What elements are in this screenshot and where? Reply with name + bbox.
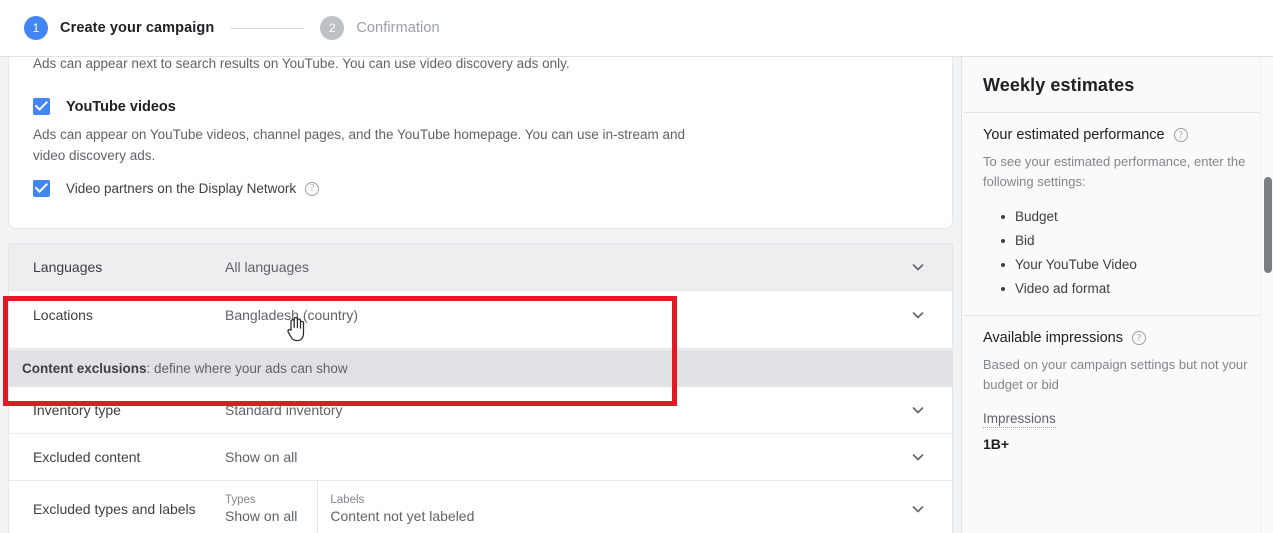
left-edge-spacer: [0, 57, 6, 533]
available-impressions-description: Based on your campaign settings but not …: [983, 357, 1248, 392]
video-partners-label: Video partners on the Display Network: [66, 181, 297, 196]
video-partners-checkbox-row[interactable]: Video partners on the Display Network ?: [33, 180, 928, 197]
youtube-videos-description: Ads can appear on YouTube videos, channe…: [33, 127, 686, 163]
settings-scroll-column: Ads can appear next to search results on…: [0, 57, 961, 533]
types-value: Show on all: [225, 508, 298, 524]
content-exclusions-title: Content exclusions: [22, 360, 147, 376]
step-1-label: Create your campaign: [60, 20, 215, 36]
labels-header: Labels: [330, 494, 365, 506]
step-2-label: Confirmation: [356, 20, 440, 36]
languages-value: All languages: [225, 259, 310, 275]
campaign-stepper: 1 Create your campaign 2 Confirmation: [24, 16, 440, 40]
excluded-content-label: Excluded content: [33, 449, 141, 465]
step-confirmation[interactable]: 2 Confirmation: [320, 16, 440, 40]
labels-cell: Labels Content not yet labeled: [317, 481, 697, 533]
excluded-types-labels-values: Types Show on all Labels Content not yet…: [225, 481, 908, 533]
locations-value: Bangladesh (country): [225, 306, 359, 323]
content-exclusions-card: Inventory type Standard inventory Exclud…: [8, 386, 953, 533]
types-cell: Types Show on all: [225, 481, 297, 533]
youtube-videos-checkbox-row[interactable]: YouTube videos: [33, 98, 928, 115]
check-icon: [35, 101, 48, 112]
excluded-types-labels-label: Excluded types and labels: [33, 501, 196, 517]
list-item: Budget: [1001, 205, 1252, 229]
search-results-description: Ads can appear next to search results on…: [33, 57, 570, 71]
help-circle-icon[interactable]: ?: [1173, 128, 1188, 142]
available-impressions-heading: Available impressions: [983, 330, 1123, 346]
stepper-connector: [230, 27, 305, 29]
step-create-campaign[interactable]: 1 Create your campaign: [24, 16, 214, 40]
required-settings-list: Budget Bid Your YouTube Video Video ad f…: [1001, 205, 1252, 301]
settings-row-excluded-types-labels[interactable]: Excluded types and labels Types Show on …: [9, 481, 952, 533]
available-impressions-section: Available impressions ? Based on your ca…: [962, 316, 1273, 466]
settings-row-excluded-content[interactable]: Excluded content Show on all: [9, 434, 952, 481]
page-scrollbar-thumb[interactable]: [1264, 177, 1272, 273]
locations-label: Locations: [33, 306, 93, 323]
impressions-metric-value: 1B+: [983, 436, 1010, 452]
labels-value: Content not yet labeled: [330, 508, 475, 524]
chevron-down-icon[interactable]: [908, 447, 928, 467]
settings-row-locations[interactable]: Locations Bangladesh (country): [9, 291, 952, 338]
campaign-settings-page: 1 Create your campaign 2 Confirmation Ad…: [0, 0, 1273, 533]
list-item: Bid: [1001, 229, 1252, 253]
languages-label: Languages: [33, 259, 103, 275]
page-scrollbar-track[interactable]: [1260, 57, 1273, 533]
page-body: Ads can appear next to search results on…: [0, 57, 1273, 533]
estimated-performance-heading: Your estimated performance: [983, 127, 1165, 143]
inventory-type-label: Inventory type: [33, 402, 121, 418]
list-item: Your YouTube Video: [1001, 253, 1252, 277]
chevron-down-icon[interactable]: [908, 400, 928, 420]
content-exclusions-heading: Content exclusions: define where your ad…: [8, 350, 953, 386]
page-header: 1 Create your campaign 2 Confirmation: [0, 0, 1273, 57]
content-exclusions-subtitle: : define where your ads can show: [146, 360, 348, 376]
chevron-down-icon[interactable]: [908, 305, 928, 325]
networks-card: Ads can appear next to search results on…: [8, 57, 953, 229]
chevron-down-icon[interactable]: [908, 499, 928, 519]
help-circle-icon[interactable]: ?: [1131, 331, 1146, 345]
estimated-performance-description: To see your estimated performance, enter…: [983, 154, 1246, 189]
excluded-content-value: Show on all: [225, 449, 298, 465]
chevron-down-icon[interactable]: [908, 257, 928, 277]
check-icon: [35, 183, 48, 194]
estimated-performance-section: Your estimated performance ? To see your…: [962, 113, 1273, 315]
youtube-videos-checkbox[interactable]: [33, 98, 50, 115]
settings-row-languages[interactable]: Languages All languages: [9, 244, 952, 291]
types-header: Types: [225, 494, 256, 506]
youtube-videos-label: YouTube videos: [66, 98, 176, 115]
inventory-type-value: Standard inventory: [225, 402, 343, 418]
language-location-card: Languages All languages Locations Bangla…: [8, 243, 953, 349]
video-partners-checkbox[interactable]: [33, 180, 50, 197]
step-1-badge: 1: [24, 16, 48, 40]
help-circle-icon[interactable]: ?: [305, 181, 320, 196]
weekly-estimates-panel: Weekly estimates Your estimated performa…: [961, 57, 1273, 533]
weekly-estimates-title: Weekly estimates: [983, 75, 1135, 95]
impressions-metric-label[interactable]: Impressions: [983, 411, 1056, 428]
step-2-badge: 2: [320, 16, 345, 40]
settings-row-inventory-type[interactable]: Inventory type Standard inventory: [9, 387, 952, 434]
estimated-performance-heading-row: Your estimated performance ?: [983, 127, 1252, 143]
available-impressions-heading-row: Available impressions ?: [983, 330, 1252, 346]
list-item: Video ad format: [1001, 277, 1252, 301]
